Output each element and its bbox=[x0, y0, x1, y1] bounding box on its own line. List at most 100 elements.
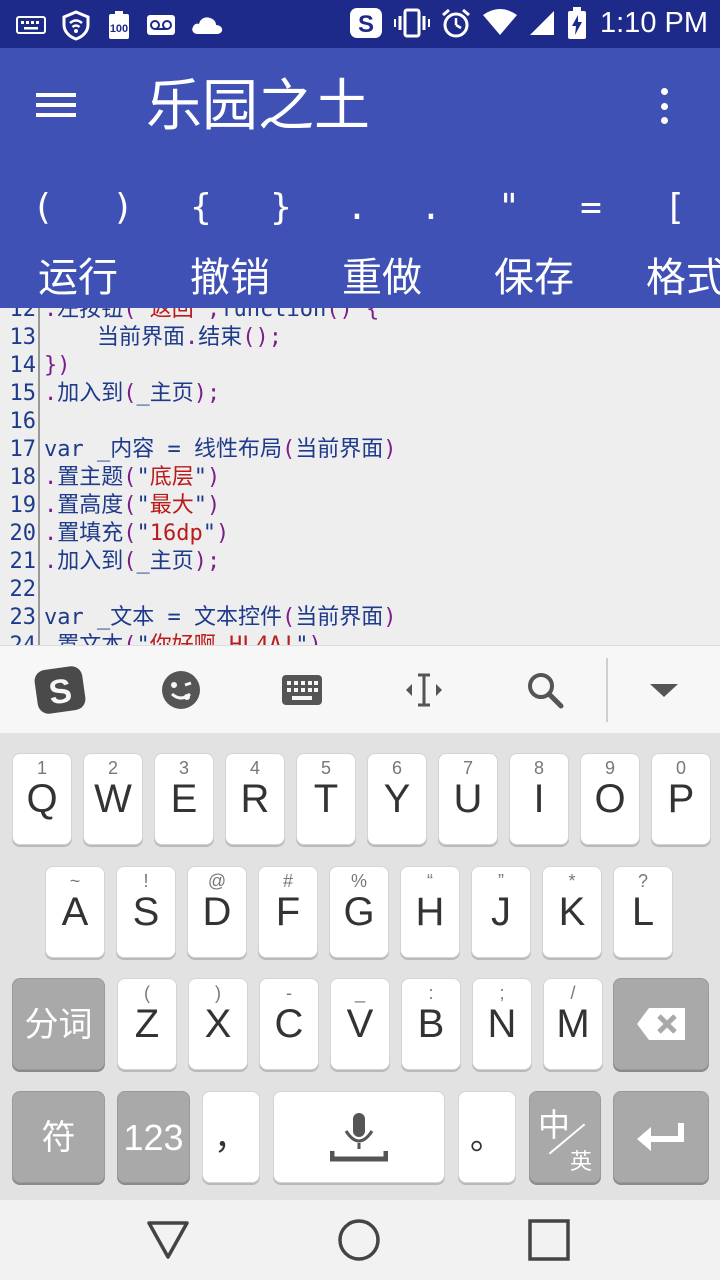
symbol-brace-open[interactable]: { bbox=[176, 178, 226, 238]
key-t[interactable]: 5T bbox=[296, 753, 356, 845]
line-number: 12 bbox=[9, 308, 37, 322]
collapse-icon[interactable] bbox=[634, 646, 694, 734]
code-line: 23 var _文本 = 文本控件(当前界面) bbox=[0, 604, 720, 632]
enter-icon bbox=[614, 1092, 708, 1182]
symbols-key[interactable]: 符 bbox=[12, 1091, 105, 1183]
symbol-equals[interactable]: = bbox=[566, 178, 616, 238]
backspace-key[interactable] bbox=[613, 978, 709, 1070]
segment-key[interactable]: 分词 bbox=[12, 978, 105, 1070]
key-label: Q bbox=[26, 777, 58, 821]
key-label: N bbox=[487, 1002, 517, 1046]
line-number: 19 bbox=[9, 493, 37, 518]
key-f[interactable]: # F bbox=[258, 866, 318, 958]
code-text: .置主题("底层") bbox=[44, 465, 221, 490]
symbol-brace-close[interactable]: } bbox=[256, 178, 306, 238]
overflow-menu-icon[interactable] bbox=[652, 86, 676, 126]
cloud-icon bbox=[190, 8, 224, 42]
sogou-icon: S bbox=[348, 6, 384, 40]
enter-key[interactable] bbox=[613, 1091, 709, 1183]
key-j[interactable]: ” J bbox=[471, 866, 531, 958]
key-h[interactable]: “H bbox=[400, 866, 460, 958]
key-label: D bbox=[202, 890, 232, 934]
key-m[interactable]: / M bbox=[543, 978, 603, 1070]
emoji-icon[interactable] bbox=[151, 646, 211, 734]
symbol-dot[interactable]: . bbox=[332, 178, 382, 238]
line-number: 16 bbox=[9, 409, 37, 434]
key-p[interactable]: 0P bbox=[651, 753, 711, 845]
symbol-paren-open[interactable]: ( bbox=[18, 178, 68, 238]
key-c[interactable]: -C bbox=[259, 978, 319, 1070]
code-line: 19 .置高度("最大") bbox=[0, 492, 720, 520]
code-text: .加入到(_主页); bbox=[44, 549, 221, 574]
search-icon[interactable] bbox=[515, 646, 575, 734]
voice-input-key[interactable] bbox=[273, 1091, 445, 1183]
back-icon[interactable] bbox=[128, 1200, 208, 1280]
key-z[interactable]: (Z bbox=[117, 978, 177, 1070]
key-y[interactable]: 6Y bbox=[367, 753, 427, 845]
key-i[interactable]: 8I bbox=[509, 753, 569, 845]
save-button[interactable]: 保存 bbox=[494, 248, 574, 308]
symbol-paren-close[interactable]: ) bbox=[98, 178, 148, 238]
code-line: 24 .置文本("你好啊 HL4A!") bbox=[0, 632, 720, 645]
key-label: Z bbox=[134, 1002, 160, 1046]
code-editor[interactable]: 12 .左按钮("返回",function() {13 当前界面.结束(); 14}… bbox=[0, 308, 720, 645]
key-label: Y bbox=[383, 777, 411, 821]
status-bar: 100 S 1:10 PM bbox=[0, 0, 720, 48]
recents-icon[interactable] bbox=[509, 1200, 589, 1280]
keyboard-layout-icon[interactable] bbox=[272, 646, 332, 734]
line-number: 24 bbox=[0, 632, 37, 645]
key-v[interactable]: _ V bbox=[330, 978, 390, 1070]
clock-time: 1:10 PM bbox=[600, 6, 708, 39]
language-switch-key[interactable]: 中 英 bbox=[529, 1091, 601, 1183]
keyboard-icon bbox=[16, 8, 46, 42]
key-label: M bbox=[556, 1002, 590, 1046]
key-g[interactable]: % G bbox=[329, 866, 389, 958]
menu-icon[interactable] bbox=[36, 88, 76, 122]
line-number: 17 bbox=[9, 437, 37, 462]
period-key[interactable]: 。 bbox=[458, 1091, 516, 1183]
key-label: C bbox=[274, 1002, 304, 1046]
run-button[interactable]: 运行 bbox=[38, 248, 118, 308]
key-label: G bbox=[343, 890, 375, 934]
numbers-key[interactable]: 123 bbox=[117, 1091, 190, 1183]
key-l[interactable]: ? L bbox=[613, 866, 673, 958]
cursor-move-icon[interactable] bbox=[394, 646, 454, 734]
microphone-icon bbox=[274, 1092, 444, 1182]
redo-button[interactable]: 重做 bbox=[342, 248, 422, 308]
segment-key-label: 分词 bbox=[24, 1005, 93, 1045]
sogou-logo-icon[interactable]: S bbox=[30, 646, 90, 734]
key-w[interactable]: 2W bbox=[83, 753, 143, 845]
format-button[interactable]: 格式 bbox=[646, 248, 720, 308]
key-e[interactable]: 3E bbox=[154, 753, 214, 845]
code-text: .置填充("16dp") bbox=[44, 521, 230, 546]
key-d[interactable]: @ D bbox=[187, 866, 247, 958]
key-b[interactable]: :B bbox=[401, 978, 461, 1070]
key-r[interactable]: 4R bbox=[225, 753, 285, 845]
home-icon[interactable] bbox=[319, 1200, 399, 1280]
code-text: .加入到(_主页); bbox=[44, 381, 221, 406]
code-line: 18 .置主题("底层") bbox=[0, 464, 720, 492]
key-s[interactable]: ! S bbox=[116, 866, 176, 958]
key-n[interactable]: ; N bbox=[472, 978, 532, 1070]
undo-button[interactable]: 撤销 bbox=[190, 248, 270, 308]
key-q[interactable]: 1Q bbox=[12, 753, 72, 845]
key-u[interactable]: 7U bbox=[438, 753, 498, 845]
signal-icon bbox=[528, 6, 556, 40]
symbol-bracket-open[interactable]: [ bbox=[650, 178, 700, 238]
ime-toolbar: S bbox=[0, 645, 720, 733]
key-label: T bbox=[313, 777, 339, 821]
code-line: 16 bbox=[0, 408, 720, 436]
key-label: U bbox=[453, 777, 483, 821]
code-line: 13 当前界面.结束(); bbox=[0, 324, 720, 352]
line-number: 15 bbox=[9, 381, 37, 406]
key-x[interactable]: ) X bbox=[188, 978, 248, 1070]
key-k[interactable]: * K bbox=[542, 866, 602, 958]
key-a[interactable]: ~ A bbox=[45, 866, 105, 958]
symbol-shortcut-bar: ( ) { } . . " = [ bbox=[0, 178, 720, 238]
svg-text:S: S bbox=[358, 11, 374, 38]
key-label: E bbox=[170, 777, 198, 821]
symbol-dot-2[interactable]: . bbox=[406, 178, 456, 238]
symbol-quote[interactable]: " bbox=[484, 178, 534, 238]
comma-key[interactable]: ， bbox=[202, 1091, 260, 1183]
key-o[interactable]: 9O bbox=[580, 753, 640, 845]
